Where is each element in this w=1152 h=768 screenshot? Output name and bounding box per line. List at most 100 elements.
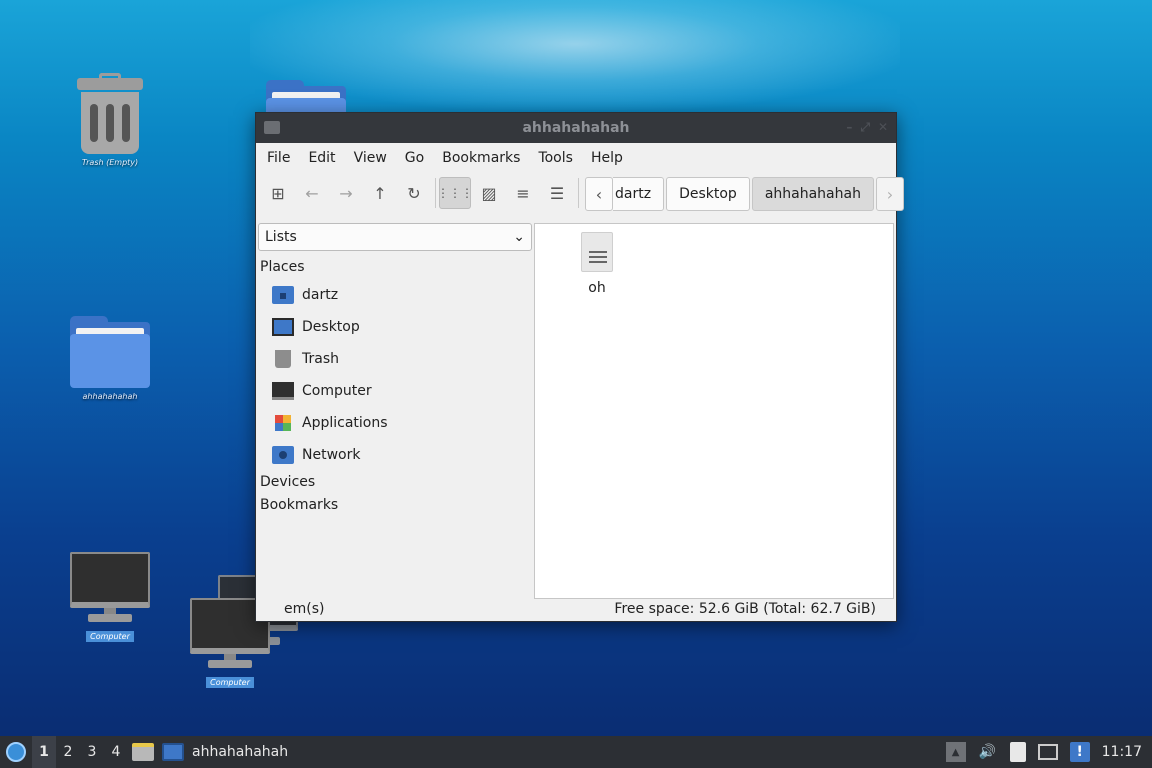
folder-icon (264, 121, 280, 134)
status-bar: em(s) Free space: 52.6 GiB (Total: 62.7 … (256, 597, 896, 621)
list-icon: ≡ (516, 183, 530, 203)
bookmarks-header[interactable]: Bookmarks (258, 494, 532, 517)
desktop-icon (272, 318, 294, 336)
devices-header[interactable]: Devices (258, 471, 532, 494)
window-titlebar[interactable]: ahhahahahah – ⤢ ✕ (256, 113, 896, 143)
start-menu-button[interactable] (0, 736, 32, 768)
icon-view-button[interactable]: ⋮⋮⋮ (437, 177, 473, 209)
toolbar-separator (578, 178, 579, 208)
network-status-icon[interactable] (1037, 744, 1058, 760)
place-network[interactable]: Network (258, 439, 532, 471)
reload-button[interactable]: ↻ (398, 177, 430, 209)
detailed-view-button[interactable]: ☰ (541, 177, 573, 209)
file-manager-launcher-icon[interactable] (132, 743, 154, 761)
place-label: Computer (302, 383, 372, 399)
window-icon (162, 743, 184, 761)
start-menu-icon (6, 742, 26, 762)
breadcrumb: ‹ dartz Desktop ahhahahahah › (585, 177, 906, 211)
workspace-2[interactable]: 2 (56, 736, 80, 768)
volume-icon[interactable]: 🔊 (978, 742, 998, 762)
status-free-space: Free space: 52.6 GiB (Total: 62.7 GiB) (614, 601, 876, 617)
breadcrumb-scroll-right[interactable]: › (875, 177, 904, 211)
workspace-4[interactable]: 4 (104, 736, 128, 768)
image-icon: ▨ (481, 183, 497, 203)
place-label: dartz (302, 287, 339, 303)
menu-view[interactable]: View (345, 150, 396, 166)
file-manager-window: ahhahahahah – ⤢ ✕ File Edit View Go Book… (255, 112, 904, 622)
arrow-up-icon: ↑ (373, 183, 387, 203)
menu-edit[interactable]: Edit (299, 150, 344, 166)
desktop-trash-label: Trash (Empty) (81, 158, 139, 167)
grid-icon: ⋮⋮⋮ (437, 186, 473, 200)
arrow-right-icon: → (339, 183, 353, 203)
chevron-left-icon: ‹ (595, 184, 603, 204)
home-folder-icon (272, 286, 294, 304)
close-icon[interactable]: ✕ (878, 120, 888, 135)
up-button[interactable]: ↑ (364, 177, 396, 209)
place-label: Network (302, 447, 361, 463)
status-item-count: em(s) (284, 601, 325, 617)
file-item[interactable]: oh (565, 232, 629, 296)
file-view[interactable]: oh (534, 223, 894, 599)
clock[interactable]: 11:17 (1096, 744, 1152, 760)
new-tab-button[interactable]: ⊞ (262, 177, 294, 209)
desktop-folder[interactable]: ahhahahahah (66, 316, 154, 401)
breadcrumb-current[interactable]: ahhahahahah (751, 177, 874, 211)
arrow-left-icon: ← (305, 183, 319, 203)
menu-help[interactable]: Help (582, 150, 632, 166)
system-tray: ▲ 🔊 ! 11:17 (940, 736, 1152, 768)
breadcrumb-dartz[interactable]: dartz (613, 177, 665, 211)
place-trash[interactable]: Trash (258, 343, 532, 375)
desktop-folder-label: ahhahahahah (82, 392, 138, 401)
workspace-3[interactable]: 3 (80, 736, 104, 768)
desktop-computer-label: Computer (86, 631, 134, 642)
text-file-icon (581, 232, 613, 272)
eject-icon[interactable]: ▲ (945, 742, 966, 762)
place-desktop[interactable]: Desktop (258, 311, 532, 343)
menu-tools[interactable]: Tools (529, 150, 582, 166)
folder-icon (70, 316, 150, 388)
update-notifier-icon[interactable]: ! (1069, 742, 1090, 762)
folder-icon (266, 80, 346, 112)
side-pane-mode-label: Lists (265, 229, 297, 245)
trash-icon (75, 73, 145, 154)
back-button[interactable]: ← (296, 177, 328, 209)
menu-go[interactable]: Go (396, 150, 433, 166)
clipboard-icon[interactable] (1009, 742, 1026, 762)
breadcrumb-desktop[interactable]: Desktop (666, 177, 750, 211)
places-header[interactable]: Places (258, 259, 532, 279)
desktop-trash[interactable]: Trash (Empty) (70, 73, 150, 167)
detailed-list-icon: ☰ (549, 183, 565, 203)
place-computer[interactable]: Computer (258, 375, 532, 407)
applications-icon (275, 415, 291, 431)
place-label: Trash (302, 351, 339, 367)
place-applications[interactable]: Applications (258, 407, 532, 439)
forward-button[interactable]: → (330, 177, 362, 209)
place-label: Desktop (302, 319, 360, 335)
wallpaper-highlight (250, 0, 900, 110)
place-dartz[interactable]: dartz (258, 279, 532, 311)
desktop-computer[interactable]: Computer (70, 552, 150, 643)
trash-icon (275, 350, 291, 368)
menu-file[interactable]: File (258, 150, 299, 166)
thumbnail-view-button[interactable]: ▨ (473, 177, 505, 209)
desktop-computer-drag-label: Computer (206, 677, 254, 688)
taskbar-window-title[interactable]: ahhahahahah (192, 744, 288, 760)
network-icon (272, 446, 294, 464)
workspace-1[interactable]: 1 (32, 736, 56, 768)
menu-bookmarks[interactable]: Bookmarks (433, 150, 529, 166)
breadcrumb-scroll-left[interactable]: ‹ (585, 177, 613, 211)
reload-icon: ↻ (407, 183, 421, 203)
side-pane-mode-select[interactable]: Lists ⌄ (258, 223, 532, 251)
maximize-icon[interactable]: ⤢ (860, 120, 870, 135)
toolbar-separator (435, 178, 436, 208)
desktop-folder-partial[interactable] (266, 80, 346, 112)
minimize-icon[interactable]: – (846, 120, 852, 135)
side-pane: Lists ⌄ Places dartz Desktop Trash Compu… (258, 223, 532, 607)
computer-icon (70, 552, 150, 624)
chevron-down-icon: ⌄ (513, 229, 525, 245)
compact-view-button[interactable]: ≡ (507, 177, 539, 209)
menu-bar: File Edit View Go Bookmarks Tools Help (256, 143, 896, 173)
place-label: Applications (302, 415, 388, 431)
chevron-right-icon: › (886, 184, 894, 204)
